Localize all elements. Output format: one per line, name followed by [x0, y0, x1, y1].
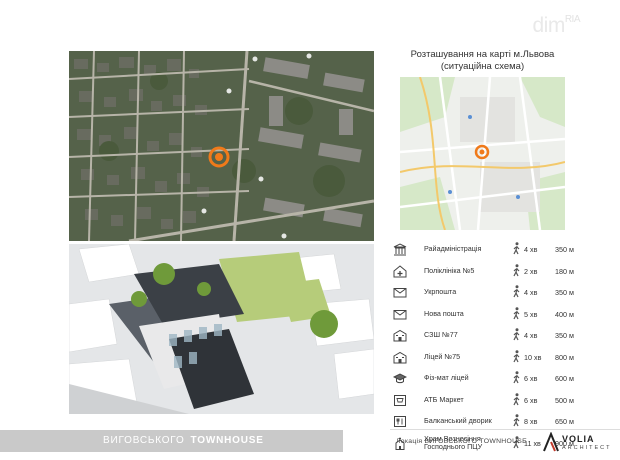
poi-name: Фіз-мат ліцей	[424, 373, 469, 382]
mail-envelope-icon	[393, 288, 407, 298]
triangle-logo-icon	[543, 432, 559, 452]
poi-distance: 600 м	[555, 374, 574, 383]
poi-name: Ліцей №75	[424, 351, 461, 361]
poi-distance: 350 м	[555, 245, 574, 254]
walking-person-icon	[513, 371, 520, 384]
poi-minutes: 4 хв	[524, 288, 538, 297]
poi-minutes: 10 хв	[524, 352, 542, 362]
poi-name: СЗШ №77	[424, 330, 458, 339]
city-map	[400, 77, 565, 230]
poi-distance: 350 м	[555, 288, 574, 297]
graduation-cap-icon	[393, 373, 407, 384]
government-building-icon	[393, 243, 407, 256]
watermark: dimRIA	[532, 14, 580, 37]
poi-minutes: 6 хв	[524, 374, 538, 383]
poi-distance: 350 м	[555, 331, 574, 340]
brand-logo: VOLIA ARCHITECT	[542, 431, 620, 453]
poi-minutes: 4 хв	[524, 245, 538, 254]
left-column: ВИГОВСЬКОГО TOWNHOUSE	[0, 0, 383, 460]
walking-person-icon	[513, 263, 520, 276]
poi-minutes: 6 хв	[524, 395, 538, 405]
poi-row: СЗШ №77 4 хв 350 м	[392, 326, 588, 348]
walking-person-icon	[513, 349, 520, 362]
poi-list: Райадміністрація 4 хв 350 м Поліклініка …	[392, 240, 588, 455]
brand-subtitle: ARCHITECT	[562, 445, 612, 451]
school-building-icon	[393, 351, 407, 363]
map-title-line1: Розташування на карті м.Львова	[410, 49, 555, 60]
map-panel-title: Розташування на карті м.Львова (ситуацій…	[400, 49, 565, 73]
satellite-map-graphic	[69, 51, 374, 241]
poi-row: Укрпошта 4 хв 350 м	[392, 283, 588, 305]
walking-person-icon	[513, 392, 520, 405]
poi-name: Нова пошта	[424, 308, 464, 318]
townhouse-render-graphic	[69, 244, 374, 414]
poi-row: Поліклініка №5 2 хв 180 м	[392, 262, 588, 284]
poi-minutes: 8 хв	[524, 417, 538, 426]
project-title-bar: ВИГОВСЬКОГО TOWNHOUSE	[0, 430, 343, 452]
walking-person-icon	[513, 306, 520, 319]
footer: Локація ВИГОВСЬКОГО TOWNHOUSE VOLIA ARCH…	[390, 429, 620, 453]
poi-row: АТБ Маркет 6 хв 500 м	[392, 391, 588, 413]
walking-person-icon	[513, 328, 520, 341]
poi-row: Ліцей №75 10 хв 800 м	[392, 348, 588, 370]
building-render	[69, 244, 374, 414]
poi-name: Укрпошта	[424, 287, 457, 296]
map-title-line2: (ситуаційна схема)	[440, 61, 525, 72]
poi-distance: 650 м	[555, 417, 574, 426]
poi-minutes: 5 хв	[524, 309, 538, 319]
restaurant-icon	[394, 416, 406, 427]
poi-row: Нова пошта 5 хв 400 м	[392, 305, 588, 327]
walking-person-icon	[513, 242, 520, 255]
school-building-icon	[393, 329, 407, 342]
city-map-graphic	[400, 77, 565, 230]
clinic-icon	[393, 264, 407, 277]
location-label: Локація ВИГОВСЬКОГО TOWNHOUSE	[396, 438, 527, 445]
poi-minutes: 2 хв	[524, 266, 538, 276]
poi-name: Поліклініка №5	[424, 265, 475, 275]
satellite-map	[69, 51, 374, 241]
poi-row: Райадміністрація 4 хв 350 м	[392, 240, 588, 262]
poi-name: Райадміністрація	[424, 244, 482, 253]
project-title: ВИГОВСЬКОГО TOWNHOUSE	[103, 435, 264, 446]
poi-minutes: 4 хв	[524, 331, 538, 340]
poi-distance: 800 м	[555, 352, 574, 362]
walking-person-icon	[513, 414, 520, 427]
brand-name: VOLIA	[562, 434, 595, 444]
poi-distance: 180 м	[555, 266, 574, 276]
poi-distance: 500 м	[555, 395, 574, 405]
poi-row: Фіз-мат ліцей 6 хв 600 м	[392, 369, 588, 391]
poi-name: Балканський дворик	[424, 416, 492, 425]
poi-name: АТБ Маркет	[424, 394, 464, 404]
shopping-cart-icon	[394, 394, 406, 406]
walking-person-icon	[513, 285, 520, 298]
mail-envelope-icon	[393, 309, 407, 319]
poi-distance: 400 м	[555, 309, 574, 319]
